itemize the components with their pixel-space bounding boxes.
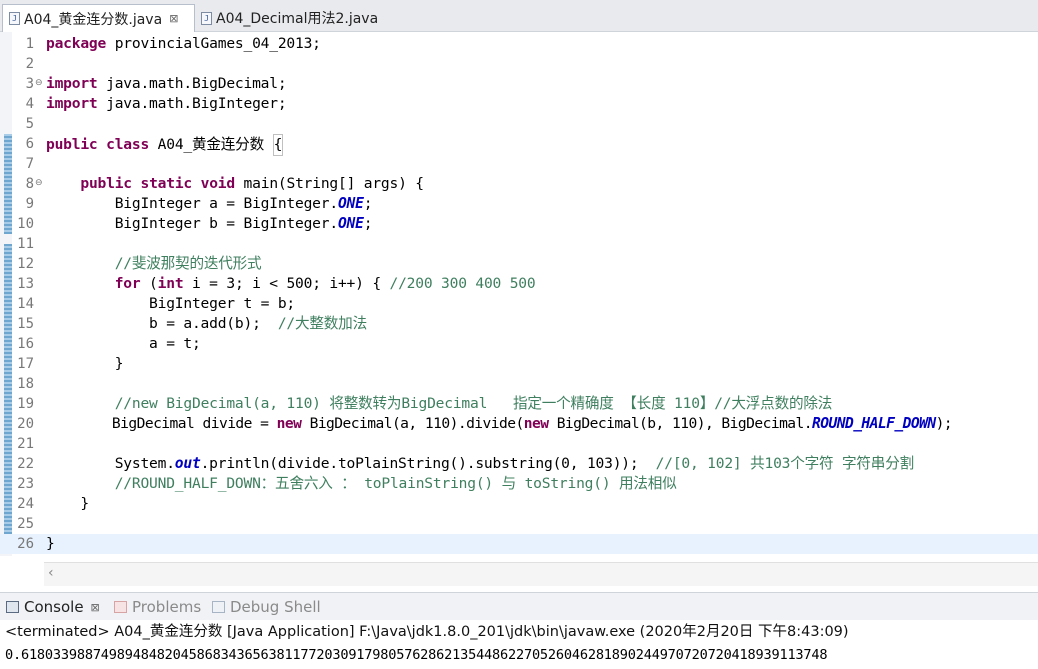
fold-icon[interactable]: ⊖ (35, 78, 43, 88)
debug-shell-icon (212, 601, 225, 613)
line-number: 8 (25, 176, 34, 192)
code-line[interactable]: 23 //ROUND_HALF_DOWN：五舍六入 ： toPlainStrin… (0, 474, 1038, 494)
line-number: 1 (25, 36, 34, 52)
tab-label: Debug Shell (230, 598, 321, 616)
code-text: for (int i = 3; i < 500; i++) { //200 30… (114, 275, 536, 292)
line-number: 16 (17, 336, 34, 352)
tab-label: Problems (132, 598, 202, 616)
code-line[interactable]: 3 ⊖ import java.math.BigDecimal; (0, 74, 1038, 94)
code-line[interactable]: 12 //斐波那契的迭代形式 (0, 254, 1038, 274)
tab-label: A04_黄金连分数.java (24, 11, 163, 28)
line-number: 17 (17, 356, 34, 372)
code-text: //ROUND_HALF_DOWN：五舍六入 ： toPlainString()… (114, 475, 677, 492)
console-tab-bar: Console ⊠ Problems Debug Shell (0, 592, 1038, 620)
line-number: 11 (17, 236, 34, 252)
line-number: 6 (25, 136, 34, 152)
code-line[interactable]: 15 b = a.add(b); //大整数加法 (0, 314, 1038, 334)
code-line[interactable]: 4 import java.math.BigInteger; (0, 94, 1038, 114)
code-line[interactable]: 25 (0, 514, 1038, 534)
line-number: 2 (25, 56, 34, 72)
code-line[interactable]: 22 System.out.println(divide.toPlainStri… (0, 454, 1038, 474)
problems-icon (114, 601, 127, 613)
code-text: //new BigDecimal(a, 110) 将整数转为BigDecimal… (114, 395, 833, 412)
line-number: 9 (25, 196, 34, 212)
java-file-icon: J (9, 12, 20, 25)
code-text: BigDecimal divide = new BigDecimal(a, 11… (46, 415, 953, 432)
code-line[interactable]: 6 public class A04_黄金连分数 { (0, 134, 1038, 156)
line-number: 21 (17, 436, 34, 452)
code-line[interactable]: 13 for (int i = 3; i < 500; i++) { //200… (0, 274, 1038, 294)
line-number: 25 (17, 516, 34, 532)
code-line[interactable]: 1 package provincialGames_04_2013; (0, 34, 1038, 54)
code-text: BigInteger b = BigInteger.ONE; (46, 215, 373, 232)
code-text: public static void main(String[] args) { (80, 175, 424, 192)
code-text: import java.math.BigInteger; (46, 95, 287, 112)
code-line-current[interactable]: 26 } (0, 534, 1038, 554)
line-number: 13 (17, 276, 34, 292)
code-line[interactable]: 5 (0, 114, 1038, 134)
line-number: 15 (17, 316, 34, 332)
code-line[interactable]: 21 (0, 434, 1038, 454)
code-line[interactable]: 7 (0, 154, 1038, 174)
code-line[interactable]: 9 BigInteger a = BigInteger.ONE; (0, 194, 1038, 214)
code-text: //斐波那契的迭代形式 (114, 255, 262, 272)
tab-console[interactable]: Console ⊠ (6, 595, 100, 619)
code-text: import java.math.BigDecimal; (46, 75, 287, 92)
code-editor[interactable]: 1 package provincialGames_04_2013; 2 3 ⊖… (0, 32, 1038, 586)
code-text: BigInteger a = BigInteger.ONE; (46, 195, 373, 212)
line-number: 7 (25, 156, 34, 172)
code-line[interactable]: 2 (0, 54, 1038, 74)
close-icon[interactable]: ⊠ (91, 601, 100, 614)
code-text: package provincialGames_04_2013; (46, 35, 321, 52)
code-text: a = t; (46, 335, 201, 352)
line-number: 24 (17, 496, 34, 512)
console-icon (6, 601, 19, 613)
editor-tab-bar: J A04_黄金连分数.java ⊠ J A04_Decimal用法2.java (0, 0, 1038, 32)
horizontal-scrollbar[interactable]: ‹ (44, 562, 1038, 586)
tab-a04-golden-ratio[interactable]: J A04_黄金连分数.java ⊠ (2, 4, 195, 32)
code-line[interactable]: 18 (0, 374, 1038, 394)
line-number: 10 (17, 216, 34, 232)
code-text: public class A04_黄金连分数 { (46, 134, 284, 156)
code-line[interactable]: 11 (0, 234, 1038, 254)
code-line[interactable]: 14 BigInteger t = b; (0, 294, 1038, 314)
code-line[interactable]: 20 BigDecimal divide = new BigDecimal(a,… (0, 414, 1038, 434)
code-line[interactable]: 19 //new BigDecimal(a, 110) 将整数转为BigDeci… (0, 394, 1038, 414)
line-number: 26 (17, 536, 34, 552)
code-text: System.out.println(divide.toPlainString(… (46, 455, 914, 472)
console-status-line: <terminated> A04_黄金连分数 [Java Application… (5, 624, 849, 640)
line-number: 19 (17, 396, 34, 412)
tab-a04-decimal-usage2[interactable]: J A04_Decimal用法2.java (195, 4, 395, 32)
line-number: 23 (17, 476, 34, 492)
code-line[interactable]: 16 a = t; (0, 334, 1038, 354)
code-line[interactable]: 10 BigInteger b = BigInteger.ONE; (0, 214, 1038, 234)
code-text: b = a.add(b); //大整数加法 (46, 315, 367, 332)
line-number: 12 (17, 256, 34, 272)
fold-icon[interactable]: ⊖ (35, 178, 43, 188)
line-number: 18 (17, 376, 34, 392)
java-file-icon: J (201, 11, 212, 25)
code-text: } (46, 495, 89, 512)
code-text: } (46, 355, 124, 372)
line-number: 20 (17, 416, 34, 432)
line-number: 22 (17, 456, 34, 472)
console-output[interactable]: 0.61803398874989484820458683436563811772… (0, 644, 1038, 666)
line-number: 3 (25, 76, 34, 92)
code-text: BigInteger t = b; (46, 295, 295, 312)
code-text: } (46, 535, 55, 552)
scroll-left-icon[interactable]: ‹ (48, 565, 54, 581)
tab-problems[interactable]: Problems (114, 595, 201, 619)
code-line[interactable]: 24 } (0, 494, 1038, 514)
code-line[interactable]: 17 } (0, 354, 1038, 374)
tab-label: A04_Decimal用法2.java (216, 11, 379, 27)
tab-label: Console (24, 598, 84, 616)
line-number: 14 (17, 296, 34, 312)
close-icon[interactable]: ⊠ (169, 12, 178, 25)
tab-debug-shell[interactable]: Debug Shell (212, 595, 321, 619)
code-line[interactable]: 8 ⊖ public static void main(String[] arg… (0, 174, 1038, 194)
line-number: 4 (25, 96, 34, 112)
line-number: 5 (25, 116, 34, 132)
